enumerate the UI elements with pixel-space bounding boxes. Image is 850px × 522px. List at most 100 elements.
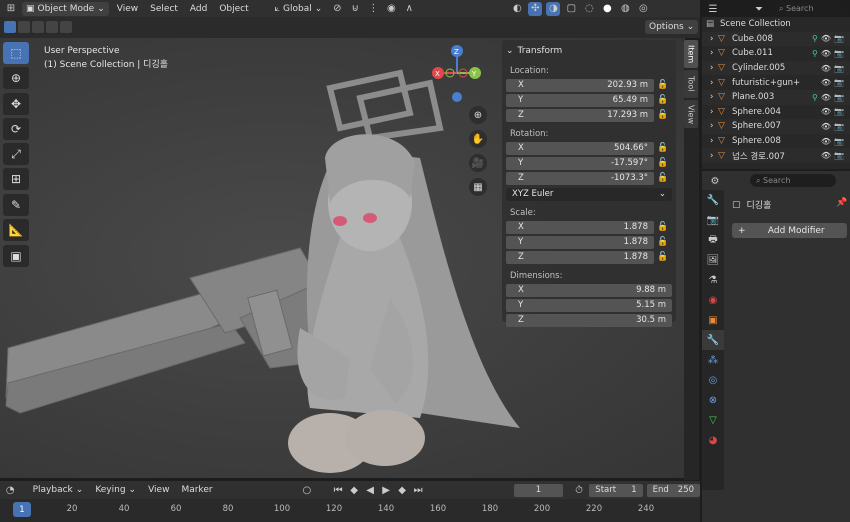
marker-menu[interactable]: Marker bbox=[177, 483, 216, 497]
lock-icon[interactable]: 🔓 bbox=[654, 252, 672, 262]
camera-icon[interactable]: 📷 bbox=[834, 78, 844, 87]
shading-rendered-icon[interactable]: ◎ bbox=[636, 2, 650, 16]
render-icon[interactable]: 📷 bbox=[702, 210, 724, 230]
lock-icon[interactable]: 🔓 bbox=[654, 237, 672, 247]
menu-add[interactable]: Add bbox=[186, 2, 211, 16]
list-item[interactable]: › ▽ 넙스 경로.007 👁 📷 bbox=[702, 148, 850, 163]
tool-settings-icon[interactable]: 🔧 bbox=[702, 190, 724, 210]
perspective-grid-icon[interactable]: ▦ bbox=[469, 178, 487, 196]
dimension-x-field[interactable]: X 9.88 m bbox=[506, 283, 672, 297]
eye-icon[interactable]: 👁 bbox=[821, 122, 831, 131]
view-layer-icon[interactable]: 🖼 bbox=[702, 250, 724, 270]
rotation-z-field[interactable]: Z -1073.3° bbox=[506, 171, 654, 185]
eye-icon[interactable]: 👁 bbox=[821, 49, 831, 58]
dimension-y-field[interactable]: Y 5.15 m bbox=[506, 298, 672, 312]
properties-editor-icon[interactable]: ⚙ bbox=[708, 174, 722, 188]
tab-tool[interactable]: Tool bbox=[684, 70, 698, 98]
add-cube-tool-icon[interactable]: ▣ bbox=[3, 245, 29, 267]
modifier-wrench-icon[interactable]: 🔧 bbox=[702, 330, 724, 350]
data-icon[interactable]: ▽ bbox=[702, 410, 724, 430]
menu-view[interactable]: View bbox=[113, 2, 142, 16]
camera-icon[interactable]: 📷 bbox=[834, 122, 844, 131]
particles-icon[interactable]: ⁂ bbox=[702, 350, 724, 370]
outliner-editor-icon[interactable]: ☰ bbox=[706, 2, 720, 16]
playback-menu[interactable]: Playback ⌄ bbox=[29, 483, 88, 497]
lock-icon[interactable]: 🔓 bbox=[654, 222, 672, 232]
add-modifier-button[interactable]: + Add Modifier bbox=[732, 223, 847, 238]
snap-target-icon[interactable]: ⋮ bbox=[366, 2, 380, 16]
dimension-z-field[interactable]: Z 30.5 m bbox=[506, 313, 672, 327]
eye-icon[interactable]: 👁 bbox=[821, 93, 831, 102]
timeline-ruler[interactable]: 1 20 40 60 80 100 120 140 160 180 200 22… bbox=[0, 499, 700, 522]
list-item[interactable]: › ▽ Cylinder.005 👁 📷 bbox=[702, 60, 850, 76]
select-extend-icon[interactable] bbox=[18, 21, 30, 33]
list-item[interactable]: › ▽ futuristic+gun+ 👁 📷 bbox=[702, 75, 850, 90]
camera-icon[interactable]: 📷 bbox=[834, 107, 844, 116]
lock-icon[interactable]: 🔓 bbox=[654, 80, 672, 90]
shading-material-icon[interactable]: ◍ bbox=[618, 2, 632, 16]
lock-icon[interactable]: 🔓 bbox=[654, 158, 672, 168]
rotation-y-field[interactable]: Y -17.597° bbox=[506, 156, 654, 170]
list-item[interactable]: › ▽ Cube.008 ⚲ 👁 📷 bbox=[702, 31, 850, 47]
overlay-toggle-icon[interactable]: ◑ bbox=[546, 1, 561, 16]
next-keyframe-icon[interactable]: ◆ bbox=[395, 483, 409, 497]
tab-view[interactable]: View bbox=[684, 100, 698, 128]
eye-icon[interactable]: 👁 bbox=[821, 151, 831, 160]
measure-tool-icon[interactable]: 📐 bbox=[3, 219, 29, 241]
falloff-icon[interactable]: ∧ bbox=[402, 2, 416, 16]
list-item[interactable]: › ▽ Plane.003 ⚲ 👁 📷 bbox=[702, 89, 850, 105]
list-item[interactable]: › ▽ Sphere.004 👁 📷 bbox=[702, 105, 850, 120]
stopwatch-icon[interactable]: ⏱ bbox=[573, 483, 586, 497]
location-y-field[interactable]: Y 65.49 m bbox=[506, 93, 654, 107]
rotate-tool-icon[interactable]: ⟳ bbox=[3, 118, 29, 140]
end-frame-field[interactable]: End 250 bbox=[646, 483, 701, 497]
list-item[interactable]: › ▽ Cube.011 ⚲ 👁 📷 bbox=[702, 46, 850, 61]
list-item[interactable]: › ▽ Sphere.008 👁 📷 bbox=[702, 134, 850, 149]
xray-icon[interactable]: ▢ bbox=[564, 2, 578, 16]
transform-header[interactable]: ⌄ Transform bbox=[506, 43, 672, 59]
location-x-field[interactable]: X 202.93 m bbox=[506, 78, 654, 92]
gizmo-toggle-icon[interactable]: ✣ bbox=[528, 1, 543, 16]
physics-icon[interactable]: ◎ bbox=[702, 370, 724, 390]
eye-icon[interactable]: 👁 bbox=[821, 78, 831, 87]
lock-icon[interactable]: 🔓 bbox=[654, 143, 672, 153]
camera-icon[interactable]: 📷 bbox=[834, 93, 844, 102]
list-item[interactable]: › ▽ Sphere.007 👁 📷 bbox=[702, 119, 850, 134]
tab-item[interactable]: Item bbox=[684, 40, 698, 68]
cursor-tool-icon[interactable]: ⊕ bbox=[3, 67, 29, 89]
camera-view-icon[interactable]: 🎥 bbox=[469, 154, 487, 172]
rotation-mode-dropdown[interactable]: XYZ Euler ⌄ bbox=[506, 187, 672, 201]
scale-tool-icon[interactable]: ⤢ bbox=[3, 143, 29, 165]
scale-x-field[interactable]: X 1.878 bbox=[506, 220, 654, 234]
menu-select[interactable]: Select bbox=[146, 2, 182, 16]
eye-icon[interactable]: 👁 bbox=[821, 64, 831, 73]
outliner-search-input[interactable]: ⌕ Search bbox=[773, 2, 847, 15]
select-box-icon[interactable] bbox=[4, 21, 16, 33]
scene-icon[interactable]: ⚗ bbox=[702, 270, 724, 290]
constraints-icon[interactable]: ⊗ bbox=[702, 390, 724, 410]
pivot-icon[interactable]: ⊘ bbox=[330, 2, 344, 16]
lock-icon[interactable]: 🔓 bbox=[654, 110, 672, 120]
navigation-gizmo[interactable]: Z X Y bbox=[428, 43, 486, 103]
select-subtract-icon[interactable] bbox=[32, 21, 44, 33]
lock-icon[interactable]: 🔓 bbox=[654, 95, 672, 105]
camera-icon[interactable]: 📷 bbox=[834, 64, 844, 73]
start-frame-field[interactable]: Start 1 bbox=[589, 483, 643, 497]
properties-search-input[interactable]: ⌕ Search bbox=[750, 174, 836, 187]
editor-type-icon[interactable]: ⊞ bbox=[4, 2, 18, 16]
jump-end-icon[interactable]: ⏭ bbox=[411, 483, 425, 497]
eye-icon[interactable]: 👁 bbox=[821, 137, 831, 146]
pan-hand-icon[interactable]: ✋ bbox=[469, 130, 487, 148]
scale-z-field[interactable]: Z 1.878 bbox=[506, 250, 654, 264]
scale-y-field[interactable]: Y 1.878 bbox=[506, 235, 654, 249]
camera-icon[interactable]: 📷 bbox=[834, 137, 844, 146]
annotate-tool-icon[interactable]: ✎ bbox=[3, 194, 29, 216]
options-dropdown[interactable]: Options ⌄ bbox=[645, 20, 699, 34]
jump-start-icon[interactable]: ⏮ bbox=[331, 483, 345, 497]
visibility-icon[interactable]: ◐ bbox=[510, 2, 524, 16]
transform-tool-icon[interactable]: ⊞ bbox=[3, 168, 29, 190]
output-icon[interactable]: 🖶 bbox=[702, 230, 724, 250]
record-icon[interactable]: ○ bbox=[301, 483, 314, 497]
object-icon[interactable]: ▣ bbox=[702, 310, 724, 330]
camera-icon[interactable]: 📷 bbox=[834, 49, 844, 58]
